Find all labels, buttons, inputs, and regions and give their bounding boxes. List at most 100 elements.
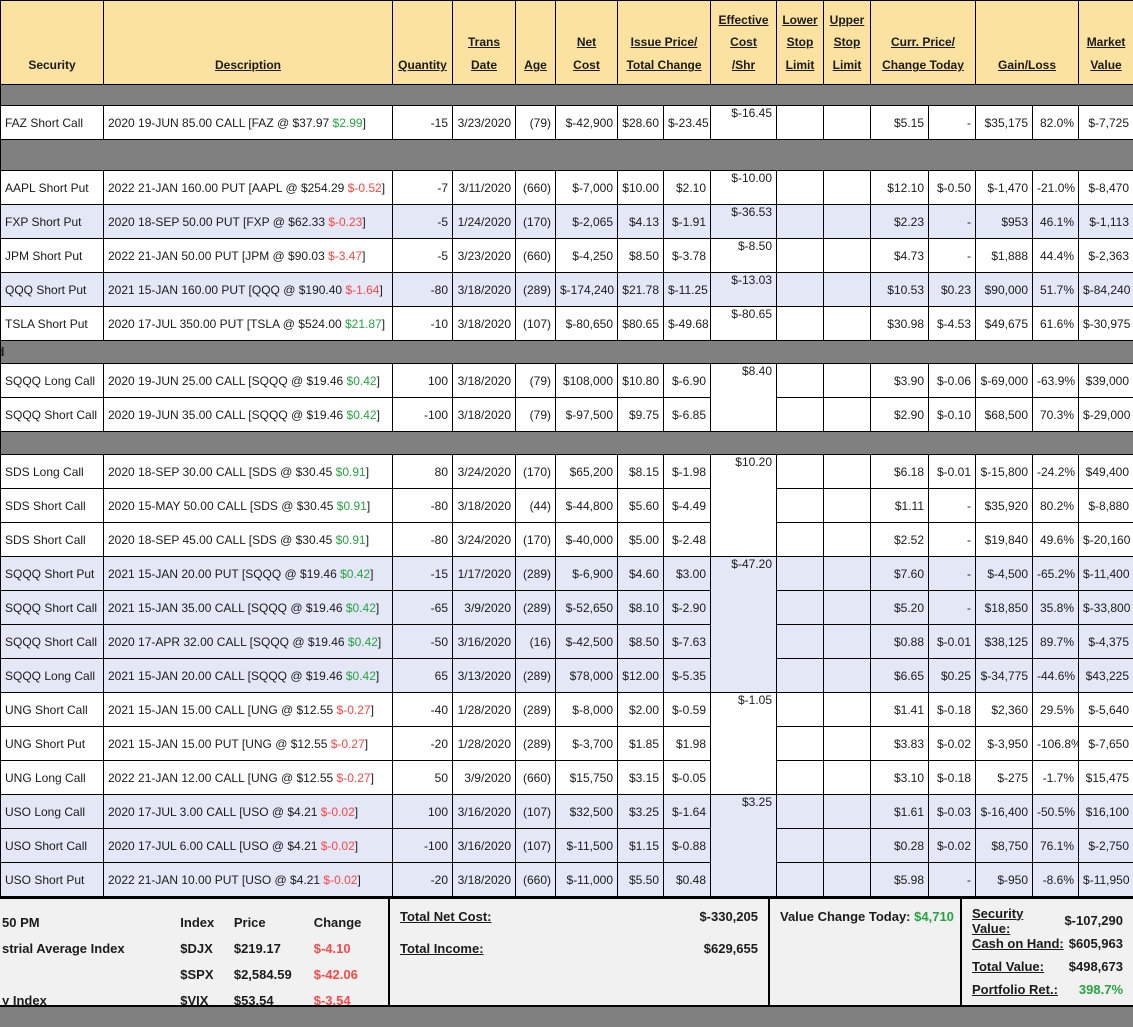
cell-age: (107) (516, 829, 556, 863)
cell-total-change: $3.00 (664, 557, 711, 591)
total-income-label[interactable]: Total Income: (400, 941, 484, 956)
column-header-currprice-changetoday[interactable]: Curr. Price/Change Today (871, 1, 976, 85)
summary-label[interactable]: Cash on Hand: (972, 936, 1064, 951)
cell-total-change: $0.48 (664, 863, 711, 897)
cell-upper-stop (824, 106, 871, 140)
section-separator-cell (1, 85, 1133, 106)
cell-change-today: $-0.10 (929, 398, 976, 432)
cell-gain-loss: $2,360 (976, 693, 1033, 727)
cell-gain-loss: $19,840 (976, 523, 1033, 557)
cell-issue-price: $5.00 (618, 523, 664, 557)
cell-gain-loss-pct: -106.8% (1033, 727, 1079, 761)
cell-issue-price: $80.65 (618, 307, 664, 341)
index-change: $-42.06 (314, 967, 378, 982)
cell-market-value: $-7,725 (1079, 106, 1133, 140)
cell-curr-price: $30.98 (871, 307, 929, 341)
cell-trans-date: 1/17/2020 (453, 557, 516, 591)
section-separator (1, 85, 1133, 106)
cell-curr-price: $10.53 (871, 273, 929, 307)
cell-market-value: $-7,650 (1079, 727, 1133, 761)
position-row: UNG Long Call2022 21-JAN 12.00 CALL [UNG… (1, 761, 1133, 795)
summary-label[interactable]: Portfolio Ret.: (972, 982, 1058, 997)
position-row: SDS Long Call2020 18-SEP 30.00 CALL [SDS… (1, 455, 1133, 489)
summary-label[interactable]: Total Value: (972, 959, 1044, 974)
cell-age: (289) (516, 557, 556, 591)
index-price: $53.54 (234, 993, 314, 1006)
cell-gain-loss: $18,850 (976, 591, 1033, 625)
cell-lower-stop (777, 557, 824, 591)
column-header-lower-stop-limit[interactable]: LowerStopLimit (777, 1, 824, 85)
column-header-issueprice-totalchange[interactable]: Issue Price/Total Change (618, 1, 711, 85)
cell-gain-loss: $8,750 (976, 829, 1033, 863)
cell-age: (16) (516, 625, 556, 659)
cell-trans-date: 1/24/2020 (453, 205, 516, 239)
cell-age: (289) (516, 591, 556, 625)
cell-gain-loss: $-950 (976, 863, 1033, 897)
cell-lower-stop (777, 239, 824, 273)
column-header-net-cost[interactable]: NetCost (556, 1, 618, 85)
column-header-quantity[interactable]: Quantity (393, 1, 453, 85)
cell-security: SQQQ Short Call (1, 625, 104, 659)
column-header-market-value[interactable]: MarketValue (1079, 1, 1133, 85)
cell-market-value: $-5,640 (1079, 693, 1133, 727)
cell-curr-price: $2.23 (871, 205, 929, 239)
column-header-effective-cost-shr[interactable]: EffectiveCost/Shr (711, 1, 777, 85)
column-header-age[interactable]: Age (516, 1, 556, 85)
cell-change-today: - (929, 106, 976, 140)
description-text: 2021 15-JAN 15.00 PUT [UNG @ $12.55 (108, 737, 331, 751)
cell-description: 2020 17-JUL 6.00 CALL [USO @ $4.21 $-0.0… (104, 829, 393, 863)
underlying-change: $0.42 (340, 567, 370, 581)
description-text: 2021 15-JAN 20.00 CALL [SQQQ @ $19.46 (108, 669, 346, 683)
section-separator: d (1, 341, 1133, 364)
cell-market-value: $-11,950 (1079, 863, 1133, 897)
value-change-value: $4,710 (914, 909, 954, 924)
cell-effective-cost: $-47.20 (711, 557, 777, 693)
cell-trans-date: 3/18/2020 (453, 364, 516, 398)
indices-panel: 50 PM Index Price Change strial Average … (0, 899, 390, 1005)
cell-net-cost: $-42,900 (556, 106, 618, 140)
description-bracket: ] (363, 116, 366, 130)
summary-label[interactable]: Security Value: (972, 906, 1064, 936)
cell-description: 2022 21-JAN 10.00 PUT [USO @ $4.21 $-0.0… (104, 863, 393, 897)
cell-total-change: $-5.35 (664, 659, 711, 693)
cell-net-cost: $65,200 (556, 455, 618, 489)
position-row: SQQQ Short Put2021 15-JAN 20.00 PUT [SQQ… (1, 557, 1133, 591)
column-header-upper-stop-limit[interactable]: UpperStopLimit (824, 1, 871, 85)
cell-market-value: $-4,375 (1079, 625, 1133, 659)
underlying-change: $-0.02 (321, 839, 355, 853)
cell-gain-loss-pct: 29.5% (1033, 693, 1079, 727)
cell-quantity: -10 (393, 307, 453, 341)
position-row: USO Short Call2020 17-JUL 6.00 CALL [USO… (1, 829, 1133, 863)
cell-gain-loss-pct: 35.8% (1033, 591, 1079, 625)
cell-lower-stop (777, 625, 824, 659)
cell-net-cost: $-40,000 (556, 523, 618, 557)
cell-gain-loss: $-275 (976, 761, 1033, 795)
cell-gain-loss: $90,000 (976, 273, 1033, 307)
cell-issue-price: $5.60 (618, 489, 664, 523)
cell-change-today: - (929, 489, 976, 523)
column-header-gainloss[interactable]: Gain/Loss (976, 1, 1079, 85)
cell-gain-loss: $-4,500 (976, 557, 1033, 591)
cell-lower-stop (777, 455, 824, 489)
summary-value: 398.7% (1079, 982, 1123, 997)
column-header-trans-date[interactable]: TransDate (453, 1, 516, 85)
cell-market-value: $-8,470 (1079, 171, 1133, 205)
column-header-description[interactable]: Description (104, 1, 393, 85)
cell-gain-loss: $35,920 (976, 489, 1033, 523)
cell-curr-price: $5.15 (871, 106, 929, 140)
description-text: 2020 17-APR 32.00 CALL [SQQQ @ $19.46 (108, 635, 348, 649)
cell-change-today: $-0.18 (929, 693, 976, 727)
underlying-change: $-0.27 (337, 703, 371, 717)
cell-effective-cost: $-16.45 (711, 106, 777, 140)
underlying-change: $21.87 (345, 317, 382, 331)
cell-net-cost: $-97,500 (556, 398, 618, 432)
total-net-cost-label[interactable]: Total Net Cost: (400, 909, 491, 924)
position-row: QQQ Short Put2021 15-JAN 160.00 PUT [QQQ… (1, 273, 1133, 307)
position-row: SQQQ Short Call2021 15-JAN 35.00 CALL [S… (1, 591, 1133, 625)
cell-security: QQQ Short Put (1, 273, 104, 307)
cell-quantity: -80 (393, 273, 453, 307)
cell-gain-loss-pct: 46.1% (1033, 205, 1079, 239)
cell-security: SQQQ Short Call (1, 398, 104, 432)
description-bracket: ] (382, 317, 385, 331)
cell-effective-cost: $-1.05 (711, 693, 777, 795)
